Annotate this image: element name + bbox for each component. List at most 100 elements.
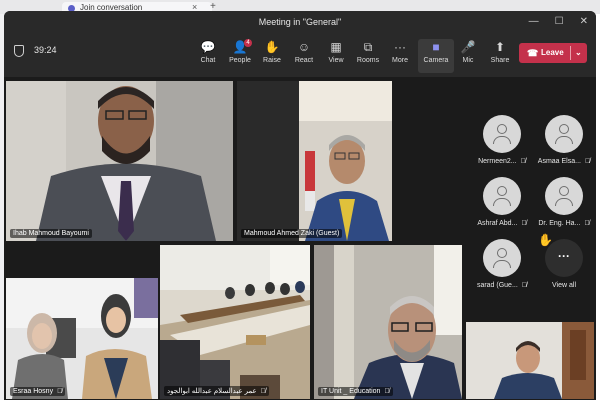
leave-label: Leave: [541, 48, 564, 57]
roster-name-row: Ashraf Abd... 🎙̸: [472, 220, 532, 227]
participant-video: [160, 245, 310, 399]
hand-icon: ✋: [264, 40, 280, 54]
mic-off-icon: 🎙̸: [260, 388, 266, 395]
camera-label: Camera: [423, 57, 449, 64]
view-all-label: View all: [552, 282, 576, 289]
participant-name-row: IT Unit _ Education 🎙̸: [318, 387, 393, 396]
view-all-button[interactable]: ··· View all: [534, 239, 594, 289]
share-button[interactable]: ⬆ Share: [482, 39, 518, 73]
person-icon: [497, 186, 507, 196]
avatar: [545, 177, 583, 215]
mic-label: Mic: [462, 57, 474, 64]
maximize-icon[interactable]: ☐: [555, 11, 564, 33]
participant-video: [6, 278, 158, 399]
more-label: More: [392, 57, 408, 64]
share-icon: ⬆: [494, 40, 506, 54]
raise-hand-button[interactable]: ✋ Raise: [254, 39, 290, 73]
meeting-timer: 39:24: [34, 45, 57, 55]
roster-name: Ashraf Abd...: [477, 220, 518, 227]
shield-icon: [14, 45, 24, 57]
people-count-badge: 4: [244, 39, 252, 47]
chevron-down-icon[interactable]: ⌄: [575, 43, 582, 63]
more-icon: ···: [545, 239, 583, 277]
mic-off-icon: 🎙̸: [521, 220, 527, 227]
roster-name: Dr. Eng. Ha...: [538, 220, 581, 227]
mic-off-icon: 🎙̸: [584, 158, 591, 165]
avatar: [483, 115, 521, 153]
share-label: Share: [490, 57, 510, 64]
roster-item[interactable]: Ashraf Abd... 🎙̸: [472, 177, 532, 227]
smiley-icon: ☺: [297, 40, 311, 54]
roster-name: Nermeen2...: [478, 158, 517, 165]
participant-name-row: Esraa Hosny 🎙̸: [10, 387, 66, 396]
meeting-toolbar: 39:24 💬 Chat 👤 4 People ✋ Raise ☺ React …: [4, 33, 596, 77]
video-tile-mahmoud[interactable]: Mahmoud Ahmed Zaki (Guest): [237, 81, 392, 241]
close-window-icon[interactable]: ✕: [580, 11, 588, 33]
leave-button[interactable]: ☎ Leave ⌄: [519, 43, 587, 63]
react-label: React: [294, 57, 314, 64]
person-icon-body: [555, 136, 573, 144]
grid-icon: ▦: [330, 40, 342, 54]
roster-name: Asmaa Elsa...: [537, 158, 581, 165]
video-tile-small[interactable]: [466, 322, 594, 399]
participant-video: [6, 81, 233, 241]
participant-name-row: عمر عبدالسلام عبدالله ابوالجود 🎙̸: [164, 386, 269, 396]
mic-off-icon: 🎙̸: [520, 158, 526, 165]
person-icon-body: [493, 198, 511, 206]
person-icon: [497, 124, 507, 134]
rooms-label: Rooms: [356, 57, 380, 64]
minimize-icon[interactable]: —: [529, 11, 539, 33]
roster-name-row: Dr. Eng. Ha... 🎙̸: [534, 220, 594, 227]
more-button[interactable]: ··· More: [382, 39, 418, 73]
participant-name-label: عمر عبدالسلام عبدالله ابوالجود: [167, 388, 257, 395]
chat-button[interactable]: 💬 Chat: [190, 39, 226, 73]
video-tile-ihab[interactable]: Ihab Mahmoud Bayoumi: [6, 81, 233, 241]
roster-name-row: Asmaa Elsa... 🎙̸: [534, 158, 594, 165]
people-icon: 👤: [232, 40, 248, 54]
person-icon: [559, 186, 569, 196]
video-tile-esraa[interactable]: Esraa Hosny 🎙̸: [6, 278, 158, 399]
avatar: [545, 115, 583, 153]
window-title: Meeting in "General": [258, 17, 342, 27]
roster-item[interactable]: Dr. Eng. Ha... 🎙̸: [534, 177, 594, 227]
participant-video: [466, 322, 594, 399]
roster-item[interactable]: Nermeen2... 🎙̸: [472, 115, 532, 165]
participant-video: [314, 245, 462, 399]
roster-item[interactable]: Asmaa Elsa... 🎙̸: [534, 115, 594, 165]
mic-off-icon: 🎙̸: [521, 282, 528, 289]
video-stage: Ihab Mahmoud Bayoumi Mahmoud Ahmed Zaki …: [4, 77, 596, 400]
avatar: [483, 177, 521, 215]
people-button[interactable]: 👤 4 People: [222, 39, 258, 73]
chat-icon: 💬: [200, 40, 216, 54]
participant-name-label: IT Unit _ Education: [321, 388, 381, 395]
camera-button[interactable]: ■ Camera: [418, 39, 454, 73]
teams-meeting-window: Meeting in "General" — ☐ ✕ 39:24 💬 Chat …: [4, 11, 596, 400]
video-tile-conference-room[interactable]: عمر عبدالسلام عبدالله ابوالجود 🎙̸: [160, 245, 310, 399]
person-icon-body: [493, 136, 511, 144]
hang-up-icon: ☎: [527, 48, 539, 58]
mic-icon: 🎤: [460, 40, 476, 54]
window-titlebar: Meeting in "General" — ☐ ✕: [4, 11, 596, 33]
rooms-button[interactable]: ⧉ Rooms: [350, 39, 386, 73]
participant-video: [237, 81, 392, 241]
rooms-icon: ⧉: [363, 40, 373, 54]
chat-label: Chat: [200, 57, 216, 64]
participant-name-label: Esraa Hosny: [13, 388, 54, 395]
video-tile-it-unit[interactable]: IT Unit _ Education 🎙̸: [314, 245, 462, 399]
roster-item[interactable]: sarad (Gue... 🎙̸: [472, 239, 532, 289]
participant-name-label: Ihab Mahmoud Bayoumi: [10, 229, 92, 238]
more-icon: ···: [394, 40, 406, 54]
people-label: People: [229, 57, 251, 64]
raise-label: Raise: [263, 57, 281, 64]
mic-button[interactable]: 🎤 Mic: [450, 39, 486, 73]
react-button[interactable]: ☺ React: [286, 39, 322, 73]
mic-off-icon: 🎙̸: [584, 220, 590, 227]
roster-name-row: sarad (Gue... 🎙̸: [472, 282, 532, 289]
mic-off-icon: 🎙̸: [384, 388, 390, 395]
participant-name-label: Mahmoud Ahmed Zaki (Guest): [241, 229, 343, 238]
view-label: View: [328, 57, 344, 64]
person-icon-body: [493, 260, 511, 268]
view-button[interactable]: ▦ View: [318, 39, 354, 73]
person-icon: [497, 248, 507, 258]
avatar: [483, 239, 521, 277]
